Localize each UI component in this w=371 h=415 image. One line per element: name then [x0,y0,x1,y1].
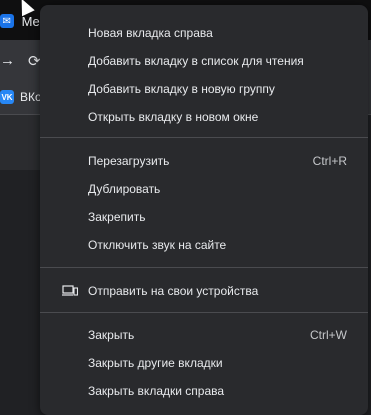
menu-item-duplicate[interactable]: Дублировать [40,175,368,203]
menu-item-reload[interactable]: Перезагрузить Ctrl+R [40,147,368,175]
reload-icon[interactable]: ⟳ [28,52,41,70]
menu-item-close[interactable]: Закрыть Ctrl+W [40,321,368,349]
tab-favicon-icon: ✉ [0,14,14,28]
bookmark-item[interactable]: VK ВКо [0,90,42,104]
tab-context-menu: Новая вкладка справа Добавить вкладку в … [40,5,368,415]
devices-icon [62,285,78,296]
menu-item-pin[interactable]: Закрепить [40,203,368,231]
menu-item-label: Добавить вкладку в список для чтения [88,54,304,68]
menu-item-shortcut: Ctrl+R [312,154,347,168]
vk-icon: VK [0,90,14,104]
menu-item-label: Отправить на свои устройства [88,284,259,298]
menu-item-label: Открыть вкладку в новом окне [88,110,259,124]
menu-item-add-to-new-group[interactable]: Добавить вкладку в новую группу [40,75,368,103]
menu-separator [40,137,368,138]
menu-item-shortcut: Ctrl+W [310,328,347,342]
menu-item-mute-site[interactable]: Отключить звук на сайте [40,231,368,259]
menu-item-label: Закрыть вкладки справа [88,384,225,398]
page-content [0,115,40,170]
forward-icon[interactable]: → [0,52,15,69]
menu-item-label: Закрыть другие вкладки [88,356,223,370]
menu-item-label: Закрыть [88,328,135,342]
menu-item-add-to-reading-list[interactable]: Добавить вкладку в список для чтения [40,47,368,75]
menu-separator [40,312,368,313]
menu-item-label: Закрепить [88,210,146,224]
menu-item-label: Дублировать [88,182,161,196]
menu-item-label: Перезагрузить [88,154,170,168]
menu-item-open-in-new-window[interactable]: Открыть вкладку в новом окне [40,103,368,131]
menu-separator [40,267,368,268]
menu-item-new-tab-right[interactable]: Новая вкладка справа [40,19,368,47]
menu-item-send-to-devices[interactable]: Отправить на свои устройства [40,277,368,305]
menu-item-label: Отключить звук на сайте [88,238,227,252]
menu-item-close-other-tabs[interactable]: Закрыть другие вкладки [40,349,368,377]
bookmark-label: ВКо [20,90,42,104]
menu-item-label: Новая вкладка справа [88,26,213,40]
menu-item-label: Добавить вкладку в новую группу [88,82,275,96]
menu-item-close-tabs-right[interactable]: Закрыть вкладки справа [40,377,368,405]
